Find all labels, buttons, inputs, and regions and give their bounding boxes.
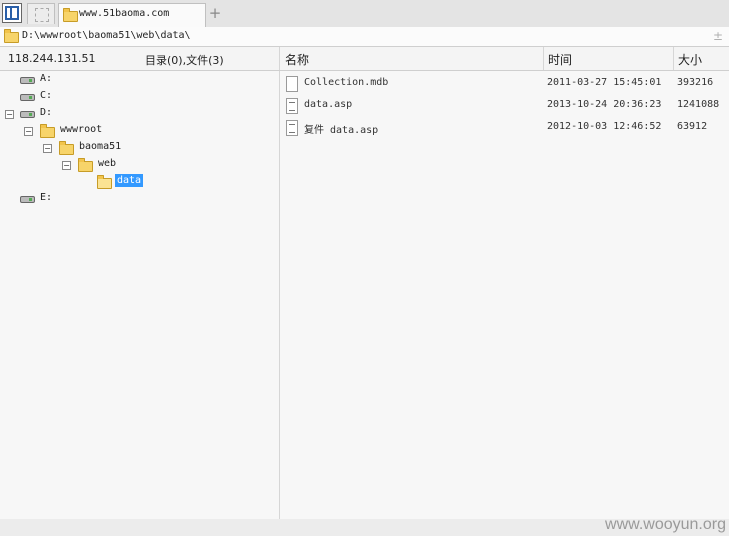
drive-icon [20, 77, 35, 84]
script-file-icon [286, 120, 298, 136]
file-row[interactable]: 复件 data.asp 2012-10-03 12:46:52 63912 [280, 119, 729, 139]
address-bar[interactable]: D:\wwwroot\baoma51\web\data\ ± [0, 27, 729, 47]
tree-node-label: C: [40, 90, 53, 101]
directory-summary: 目录(0),文件(3) [145, 54, 224, 67]
column-header-size[interactable]: 大小 [678, 51, 702, 68]
drive-icon [20, 196, 35, 203]
tree-node-label: E: [40, 192, 53, 203]
file-time: 2012-10-03 12:46:52 [547, 121, 662, 132]
tab-title: www.51baoma.com [79, 8, 170, 19]
file-list: Collection.mdb 2011-03-27 15:45:01 39321… [280, 71, 729, 519]
column-header-time[interactable]: 时间 [548, 51, 572, 68]
tree-node-label: data [115, 174, 144, 187]
directory-tree: A: C: − D: − wwwroot − baoma51 − web dat… [0, 71, 280, 519]
panel-icon [5, 6, 19, 20]
blank-file-icon [286, 76, 298, 92]
folder-icon [59, 141, 74, 155]
tab-active[interactable]: www.51baoma.com [58, 3, 206, 27]
tab-bar: www.51baoma.com + [0, 0, 729, 28]
address-action-button[interactable]: ± [713, 29, 723, 43]
watermark: www.wooyun.org [605, 516, 726, 533]
tree-node-drive-d[interactable]: − D: [0, 107, 270, 123]
column-header-name[interactable]: 名称 [285, 51, 309, 68]
collapse-toggle[interactable]: − [5, 110, 14, 119]
drive-icon [20, 111, 35, 118]
folder-icon [78, 158, 93, 172]
header-row: 118.244.131.51 目录(0),文件(3) 名称 时间 大小 [0, 47, 729, 71]
tab-blank[interactable] [27, 3, 55, 24]
file-time: 2011-03-27 15:45:01 [547, 77, 662, 88]
file-time: 2013-10-24 20:36:23 [547, 99, 662, 110]
file-size: 1241088 [677, 99, 720, 110]
file-name: Collection.mdb [304, 77, 389, 88]
footer: www.wooyun.org [0, 516, 729, 536]
tree-node-label: D: [40, 107, 53, 118]
file-row[interactable]: data.asp 2013-10-24 20:36:23 1241088 [280, 97, 729, 117]
folder-icon [4, 29, 19, 43]
sidebar-toggle-button[interactable] [2, 3, 22, 23]
drive-icon [20, 94, 35, 101]
tree-node-drive-e[interactable]: E: [0, 192, 270, 208]
tree-node-baoma51[interactable]: − baoma51 [0, 141, 270, 157]
tree-node-label: A: [40, 73, 53, 84]
new-tab-button[interactable]: + [208, 4, 222, 22]
tree-node-label: web [98, 158, 117, 169]
file-size: 393216 [677, 77, 714, 88]
tree-node-data[interactable]: data [0, 174, 270, 191]
collapse-toggle[interactable]: − [43, 144, 52, 153]
column-separator [279, 47, 280, 70]
tree-node-wwwroot[interactable]: − wwwroot [0, 124, 270, 140]
tree-node-drive-a[interactable]: A: [0, 73, 270, 89]
folder-icon [63, 8, 78, 22]
tree-node-web[interactable]: − web [0, 158, 270, 174]
blank-page-icon [35, 8, 49, 22]
file-name: data.asp [304, 99, 353, 110]
open-folder-icon [97, 175, 112, 189]
column-separator[interactable] [543, 47, 544, 70]
tree-node-label: baoma51 [79, 141, 122, 152]
tree-node-label: wwwroot [60, 124, 103, 135]
tree-node-drive-c[interactable]: C: [0, 90, 270, 106]
address-path[interactable]: D:\wwwroot\baoma51\web\data\ [22, 30, 191, 41]
file-row[interactable]: Collection.mdb 2011-03-27 15:45:01 39321… [280, 75, 729, 95]
collapse-toggle[interactable]: − [62, 161, 71, 170]
file-size: 63912 [677, 121, 708, 132]
collapse-toggle[interactable]: − [24, 127, 33, 136]
file-name: 复件 data.asp [304, 125, 379, 136]
script-file-icon [286, 98, 298, 114]
column-separator[interactable] [673, 47, 674, 70]
server-ip: 118.244.131.51 [8, 52, 96, 65]
folder-icon [40, 124, 55, 138]
